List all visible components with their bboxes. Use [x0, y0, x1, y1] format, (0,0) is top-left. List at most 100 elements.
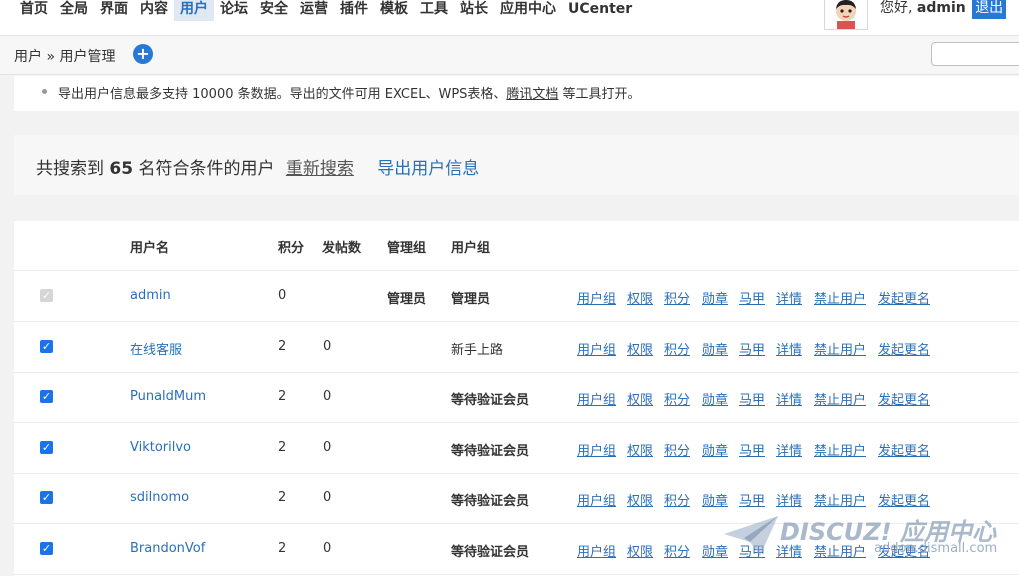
- result-suffix: 名符合条件的用户: [138, 159, 275, 179]
- row-checkbox: ✓: [40, 289, 53, 302]
- username-link[interactable]: 在线客服: [130, 339, 182, 358]
- credits-cell: 2: [278, 540, 287, 556]
- action-link[interactable]: 勋章: [702, 339, 728, 358]
- row-checkbox[interactable]: ✓: [40, 339, 53, 353]
- row-checkbox[interactable]: ✓: [40, 440, 53, 454]
- username-link[interactable]: admin: [130, 288, 171, 303]
- research-link[interactable]: 重新搜索: [286, 159, 354, 179]
- credits-cell: 2: [278, 439, 287, 455]
- action-link[interactable]: 权限: [627, 288, 653, 307]
- action-link[interactable]: 禁止用户: [814, 288, 866, 307]
- action-link[interactable]: 积分: [664, 541, 690, 560]
- action-link[interactable]: 马甲: [739, 389, 765, 408]
- username-link[interactable]: sdilnomo: [130, 490, 189, 505]
- search-input[interactable]: [931, 42, 1019, 66]
- action-link[interactable]: 用户组: [577, 339, 616, 358]
- action-link[interactable]: 勋章: [702, 288, 728, 307]
- nav-item-operation[interactable]: 运营: [294, 0, 334, 21]
- action-link[interactable]: 详情: [776, 389, 802, 408]
- result-prefix: 共搜索到: [36, 159, 104, 179]
- tip-text-after: 等工具打开。: [558, 87, 641, 102]
- action-link[interactable]: 积分: [664, 339, 690, 358]
- tencent-docs-link[interactable]: 腾讯文档: [506, 87, 558, 102]
- action-link[interactable]: 禁止用户: [814, 490, 866, 509]
- logout-button[interactable]: 退出: [972, 0, 1007, 19]
- nav-item-plugins[interactable]: 插件: [334, 0, 374, 21]
- nav-item-tools[interactable]: 工具: [414, 0, 454, 21]
- action-link[interactable]: 发起更名: [878, 440, 930, 459]
- nav-item-home[interactable]: 首页: [20, 0, 54, 21]
- action-link[interactable]: 权限: [627, 490, 653, 509]
- nav-item-templates[interactable]: 模板: [374, 0, 414, 21]
- action-link[interactable]: 禁止用户: [814, 389, 866, 408]
- row-checkbox[interactable]: ✓: [40, 541, 53, 555]
- action-link[interactable]: 详情: [776, 541, 802, 560]
- username-link[interactable]: PunaldMum: [130, 389, 206, 404]
- action-link[interactable]: 发起更名: [878, 541, 930, 560]
- avatar[interactable]: [824, 0, 868, 30]
- action-link[interactable]: 详情: [776, 490, 802, 509]
- action-link[interactable]: 用户组: [577, 389, 616, 408]
- action-link[interactable]: 禁止用户: [814, 339, 866, 358]
- breadcrumb: 用户 » 用户管理: [14, 49, 116, 65]
- action-link[interactable]: 勋章: [702, 389, 728, 408]
- nav-item-global[interactable]: 全局: [54, 0, 94, 21]
- row-checkbox[interactable]: ✓: [40, 491, 53, 504]
- current-username: admin: [916, 0, 966, 16]
- action-link[interactable]: 积分: [664, 440, 690, 459]
- action-link[interactable]: 勋章: [702, 490, 728, 509]
- action-link[interactable]: 用户组: [577, 440, 616, 459]
- action-link[interactable]: 马甲: [739, 288, 765, 307]
- action-link[interactable]: 马甲: [739, 440, 765, 459]
- action-link[interactable]: 马甲: [739, 541, 765, 560]
- plus-icon[interactable]: +: [133, 44, 153, 64]
- action-link[interactable]: 权限: [627, 389, 653, 408]
- nav-item-ucenter[interactable]: UCenter: [562, 0, 638, 21]
- action-link[interactable]: 发起更名: [878, 339, 930, 358]
- action-link[interactable]: 权限: [627, 440, 653, 459]
- row-checkbox[interactable]: ✓: [40, 390, 53, 403]
- action-link[interactable]: 马甲: [739, 339, 765, 358]
- action-link[interactable]: 用户组: [577, 490, 616, 509]
- credits-cell: 2: [278, 490, 287, 505]
- action-link[interactable]: 积分: [664, 288, 690, 307]
- nav-item-security[interactable]: 安全: [254, 0, 294, 21]
- table-row: ✓ BrandonVof 2 0 等待验证会员 用户组 权限 积分 勋章 马甲 详情 禁止用户 发起更名: [14, 524, 1019, 575]
- user-group-cell: 等待验证会员: [451, 544, 530, 560]
- table-row: ✓ admin 0 管理员 管理员 用户组 权限 积分 勋章 马甲 详情 禁止用户 发起更名: [14, 271, 1019, 322]
- export-users-link[interactable]: 导出用户信息: [377, 159, 479, 179]
- action-link[interactable]: 权限: [627, 541, 653, 560]
- action-link[interactable]: 禁止用户: [814, 541, 866, 560]
- action-link[interactable]: 详情: [776, 288, 802, 307]
- action-link[interactable]: 权限: [627, 339, 653, 358]
- action-link[interactable]: 禁止用户: [814, 440, 866, 459]
- user-greeting: 您好, admin 退出: [880, 0, 1007, 19]
- nav-item-app-center[interactable]: 应用中心: [494, 0, 562, 21]
- nav-item-ui[interactable]: 界面: [94, 0, 134, 21]
- result-summary: 共搜索到 65 名符合条件的用户 重新搜索 导出用户信息: [36, 154, 479, 179]
- nav-item-forum[interactable]: 论坛: [214, 0, 254, 21]
- action-link[interactable]: 发起更名: [878, 288, 930, 307]
- credits-cell: 2: [278, 389, 287, 404]
- posts-cell: 0: [323, 439, 332, 455]
- action-link[interactable]: 勋章: [702, 440, 728, 459]
- action-link[interactable]: 详情: [776, 440, 802, 459]
- action-link[interactable]: 用户组: [577, 541, 616, 560]
- action-link[interactable]: 勋章: [702, 541, 728, 560]
- user-table: 用户名 积分 发帖数 管理组 用户组 ✓ admin 0 管理员 管理员 用户组 权限 积分勋…: [14, 221, 1019, 576]
- nav-item-webmaster[interactable]: 站长: [454, 0, 494, 21]
- nav-item-content[interactable]: 内容: [134, 0, 174, 21]
- action-link[interactable]: 马甲: [739, 490, 765, 509]
- action-link[interactable]: 积分: [664, 389, 690, 408]
- search-result-bar: 共搜索到 65 名符合条件的用户 重新搜索 导出用户信息: [14, 135, 1019, 195]
- header-user-group: 用户组: [451, 241, 491, 256]
- action-link[interactable]: 积分: [664, 490, 690, 509]
- action-link[interactable]: 详情: [776, 339, 802, 358]
- action-link[interactable]: 发起更名: [878, 389, 930, 408]
- nav-item-user[interactable]: 用户: [174, 0, 214, 21]
- username-link[interactable]: Viktorilvo: [130, 440, 191, 455]
- action-link[interactable]: 用户组: [577, 288, 616, 307]
- tip-text: 导出用户信息最多支持 10000 条数据。导出的文件可用 EXCEL、WPS表格…: [58, 83, 641, 102]
- username-link[interactable]: BrandonVof: [130, 541, 205, 556]
- action-link[interactable]: 发起更名: [878, 490, 930, 509]
